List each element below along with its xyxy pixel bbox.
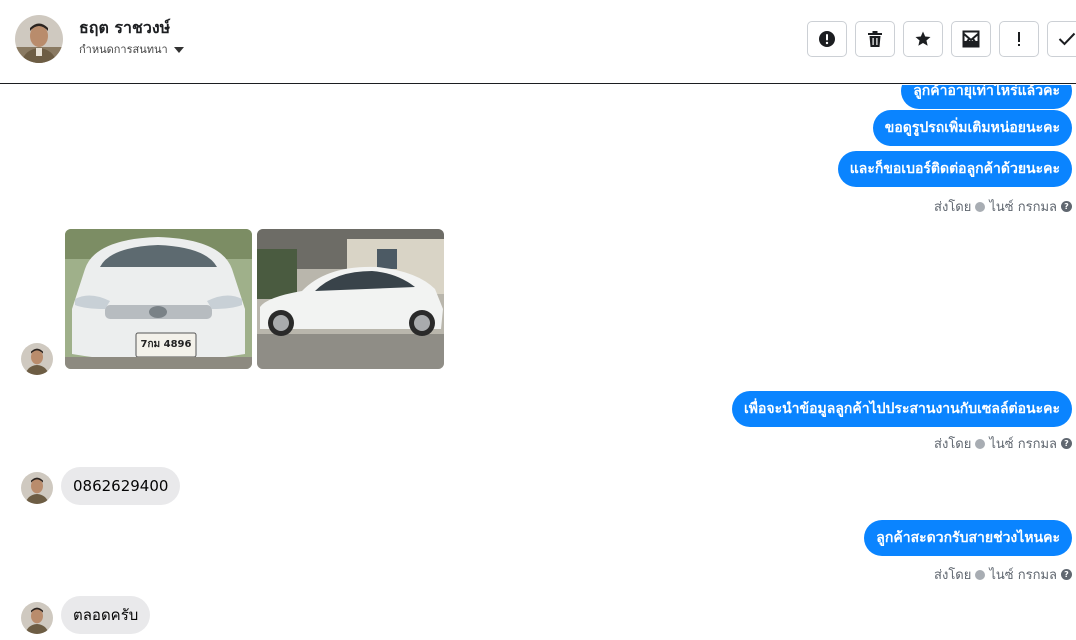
- sent-by-info: ส่งโดย ไนซ์ กรกมล ?: [934, 564, 1072, 585]
- sender-name: ไนซ์ กรกมล: [989, 437, 1057, 452]
- outgoing-message[interactable]: เพื่อจะนำข้อมูลลูกค้าไปประสานงานกับเซลล์…: [731, 391, 1072, 427]
- star-button[interactable]: [903, 21, 943, 57]
- sent-by-label: ส่งโดย: [934, 200, 972, 215]
- contact-name: ธฤต ราชวงษ์: [79, 18, 171, 37]
- help-icon[interactable]: ?: [1061, 438, 1072, 449]
- sent-by-info: ส่งโดย ไนซ์ กรกมล ?: [934, 433, 1072, 454]
- delete-button[interactable]: [855, 21, 895, 57]
- outgoing-message[interactable]: ลูกค้าอายุเท่าไหร่แล้วคะ: [901, 85, 1072, 109]
- sender-status-icon: [975, 201, 986, 212]
- sender-name: ไนซ์ กรกมล: [989, 200, 1057, 215]
- important-button[interactable]: [999, 21, 1039, 57]
- contact-avatar-small[interactable]: [21, 602, 53, 634]
- conversation-schedule-dropdown[interactable]: กำหนดการสนทนา: [79, 40, 184, 58]
- outgoing-message[interactable]: และก็ขอเบอร์ติดต่อลูกค้าด้วยนะคะ: [837, 151, 1072, 187]
- license-plate: 7กม 4896: [141, 339, 192, 350]
- contact-avatar[interactable]: [15, 15, 63, 63]
- trash-icon: [868, 31, 882, 47]
- sender-name: ไนซ์ กรกมล: [989, 568, 1057, 583]
- sender-status-icon: [975, 438, 986, 449]
- conversation-toolbar: [807, 21, 1076, 57]
- mark-unread-button[interactable]: [951, 21, 991, 57]
- sent-by-info: ส่งโดย ไนซ์ กรกมล ?: [934, 196, 1072, 217]
- help-icon[interactable]: ?: [1061, 569, 1072, 580]
- car-photo-front[interactable]: 7กม 4896: [65, 229, 252, 369]
- conversation-schedule-label: กำหนดการสนทนา: [79, 43, 168, 56]
- message-thread[interactable]: ลูกค้าอายุเท่าไหร่แล้วคะ ขอดูรูปรถเพิ่มเ…: [0, 85, 1076, 640]
- caret-down-icon: [173, 46, 184, 53]
- sent-by-label: ส่งโดย: [934, 437, 972, 452]
- contact-avatar-small[interactable]: [21, 343, 53, 375]
- mail-icon: [962, 30, 980, 48]
- outgoing-message[interactable]: ขอดูรูปรถเพิ่มเติมหน่อยนะคะ: [872, 110, 1072, 146]
- report-button[interactable]: [807, 21, 847, 57]
- car-photo-side[interactable]: [257, 229, 444, 369]
- sent-by-label: ส่งโดย: [934, 568, 972, 583]
- outgoing-message[interactable]: ลูกค้าสะดวกรับสายช่วงไหนคะ: [864, 520, 1072, 556]
- contact-avatar-small[interactable]: [21, 472, 53, 504]
- important-icon: [1018, 32, 1020, 46]
- report-icon: [819, 31, 835, 47]
- incoming-message[interactable]: 0862629400: [61, 467, 181, 505]
- star-icon: [915, 31, 931, 46]
- conversation-header: ธฤต ราชวงษ์ กำหนดการสนทนา: [0, 0, 1076, 84]
- mark-done-button[interactable]: [1047, 21, 1076, 57]
- check-icon: [1058, 32, 1076, 46]
- help-icon[interactable]: ?: [1061, 201, 1072, 212]
- incoming-message[interactable]: ตลอดครับ: [61, 596, 151, 634]
- sender-status-icon: [975, 569, 986, 580]
